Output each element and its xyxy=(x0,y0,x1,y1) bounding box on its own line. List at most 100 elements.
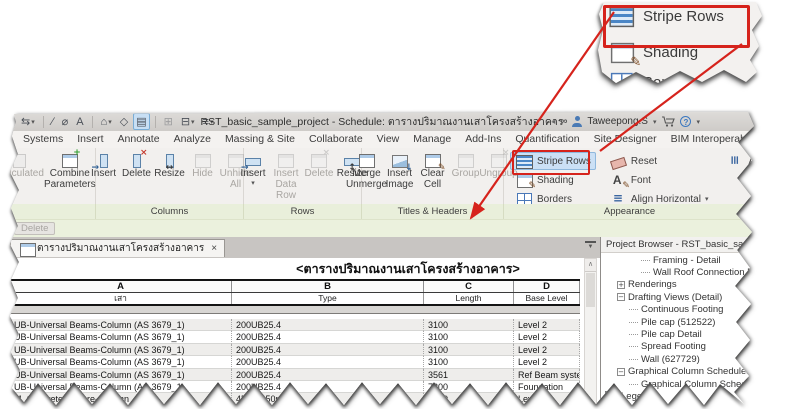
column-header[interactable]: Base Level xyxy=(514,293,580,304)
text-note-icon[interactable]: A xyxy=(73,113,86,130)
insert-image-button[interactable]: ↓ Insert Image xyxy=(384,149,416,192)
tree-item-pile-cap-detail[interactable]: Pile cap Detail xyxy=(601,328,754,340)
customize-qat-icon[interactable]: ≡ ▾ xyxy=(200,113,217,130)
ribbon-tab-massing-site[interactable]: Massing & Site xyxy=(218,131,302,148)
delete-button[interactable]: × Delete xyxy=(121,149,153,181)
help-icon[interactable]: ? xyxy=(680,116,692,127)
table-cell[interactable]: Ref Beam system xyxy=(514,368,580,381)
tree-item-spread-footing[interactable]: Spread Footing xyxy=(601,341,754,353)
column-letter[interactable]: D xyxy=(514,281,580,292)
default-3d-view-icon[interactable]: ⌂ ▾ xyxy=(98,113,115,130)
ribbon-tab-view[interactable]: View xyxy=(370,131,407,148)
table-cell[interactable]: UB-Universal Beams-Column (AS 3679_1) xyxy=(10,368,232,381)
dropdown-arrow-icon[interactable]: ▾ xyxy=(191,118,195,126)
table-cell[interactable]: 200UB25.4 xyxy=(232,356,424,369)
dropdown-arrow-icon[interactable]: ▾ xyxy=(108,118,112,126)
table-cell[interactable]: M_Concrete-Square-Column xyxy=(10,393,232,405)
table-cell[interactable]: 200UB25.4 xyxy=(232,343,424,357)
ribbon-tab-manage[interactable]: Manage xyxy=(406,131,458,148)
views-back-icon[interactable]: ◂ xyxy=(551,117,555,126)
tree-item-legends[interactable]: Legends xyxy=(601,390,754,402)
table-cell[interactable]: 200UB25.4 xyxy=(232,380,424,394)
merge-unmerge-button[interactable]: Merge Unmerge xyxy=(346,149,387,192)
table-cell[interactable]: 3100 xyxy=(424,356,514,369)
collapse-icon[interactable]: − xyxy=(617,367,625,376)
aligned-dimension-icon[interactable]: ⌀ xyxy=(59,113,72,130)
help-dropdown-icon[interactable]: ▾ xyxy=(696,118,700,126)
ribbon-tab-systems[interactable]: Systems xyxy=(16,131,70,148)
ribbon-tab-annotate[interactable]: Annotate xyxy=(111,131,167,148)
ribbon-tab-collaborate[interactable]: Collaborate xyxy=(302,131,370,148)
table-cell[interactable]: UB-Universal Beams-Column (AS 3679_1) xyxy=(10,356,232,369)
tree-item-drafting-views-detail-[interactable]: − Drafting Views (Detail) xyxy=(601,291,754,303)
tree-item-continuous-footing[interactable]: Continuous Footing xyxy=(601,304,754,316)
table-cell[interactable]: UB-Universal Beams-Column (AS 3679_1) xyxy=(10,343,232,357)
scroll-up-icon[interactable]: ∧ xyxy=(585,259,596,272)
ribbon-tab-quantification[interactable]: Quantification xyxy=(508,131,586,148)
insert-button[interactable]: → Insert xyxy=(88,149,120,181)
table-cell[interactable]: 200UB25.4 xyxy=(232,331,424,344)
table-cell[interactable]: Level 2 xyxy=(514,319,580,332)
callout-borders-button[interactable]: Borders xyxy=(608,72,696,83)
table-cell[interactable]: 200UB25.4 xyxy=(232,368,424,381)
column-header[interactable]: เสา xyxy=(10,293,232,304)
table-cell[interactable]: 3100 xyxy=(424,331,514,344)
tree-item-wall-627729-[interactable]: Wall (627729) xyxy=(601,353,754,365)
tree-item-renderings[interactable]: + Renderings xyxy=(601,279,754,291)
dropdown-arrow-icon[interactable]: ▾ xyxy=(251,180,255,188)
tree-item-graphical-column-schedule[interactable]: Graphical Column Schedule xyxy=(601,378,754,390)
schedule-view-tab[interactable]: ตารางปริมาณงานเสาโครงสร้างอาคาร × xyxy=(10,239,226,257)
ribbon-tab-site-designer[interactable]: Site Designer xyxy=(587,131,664,148)
callout-stripe-rows-button[interactable]: Stripe Rows xyxy=(608,6,724,27)
signed-in-user[interactable]: Taweepong.S xyxy=(587,116,648,127)
search-binoculars-icon[interactable]: ∞ xyxy=(560,116,567,127)
font-button[interactable]: ✎Font xyxy=(604,171,714,191)
delete-button[interactable]: × Delete xyxy=(303,149,335,181)
table-cell[interactable]: 7200 xyxy=(424,380,514,394)
tree-item-pile-cap-512522-[interactable]: Pile cap (512522) xyxy=(601,316,754,328)
table-cell[interactable]: 200UB25.4 xyxy=(232,319,424,332)
scrollbar-thumb[interactable] xyxy=(586,273,595,307)
table-cell[interactable]: Level 1 xyxy=(514,393,580,405)
column-letter[interactable]: B xyxy=(232,281,424,292)
table-cell[interactable]: UB-Universal Beams-Column (AS 3679_1) xyxy=(10,380,232,394)
hide-button[interactable]: Hide xyxy=(187,149,219,181)
table-cell[interactable]: 3561 xyxy=(424,368,514,381)
dropdown-arrow-icon[interactable]: ▾ xyxy=(31,118,35,126)
table-cell[interactable]: 450 x 450mm xyxy=(232,393,424,405)
reset-button[interactable]: Reset xyxy=(604,152,714,170)
table-cell[interactable]: UB-Universal Beams-Column (AS 3679_1) xyxy=(10,331,232,344)
table-cell[interactable]: Level 2 xyxy=(514,331,580,344)
insert-data-row-button[interactable]: Insert Data Row xyxy=(270,149,302,202)
group-button[interactable]: Group xyxy=(450,149,482,181)
tree-item-wall-roof-connection-deta[interactable]: Wall Roof Connection Deta xyxy=(601,266,754,278)
schedule-view-icon[interactable]: ▤ xyxy=(133,113,150,130)
user-dropdown-icon[interactable]: ▾ xyxy=(653,118,657,126)
table-cell[interactable]: 3100 xyxy=(424,343,514,357)
tab-list-icon[interactable]: ▼ xyxy=(585,241,596,251)
column-letter[interactable]: C xyxy=(424,281,514,292)
ribbon-tab-bim-interoperability-tools[interactable]: BIM Interoperability Tools xyxy=(664,131,754,148)
column-letter[interactable]: A xyxy=(10,281,232,292)
expand-icon[interactable]: + xyxy=(617,280,625,289)
column-header[interactable]: Length xyxy=(424,293,514,304)
stripe-rows-button[interactable]: Stripe Rows xyxy=(510,152,596,170)
table-cell[interactable]: Foundation xyxy=(514,380,580,394)
align-tools-icon[interactable]: ⇆ ▾ xyxy=(18,113,38,130)
switch-windows-icon[interactable]: ⊟ ▾ xyxy=(178,113,198,130)
table-cell[interactable]: Level 2 xyxy=(514,356,580,369)
options-delete-button[interactable]: Delete xyxy=(14,222,56,235)
ribbon-tab-insert[interactable]: Insert xyxy=(70,131,110,148)
callout-shading-button[interactable]: ✎ Shading xyxy=(608,42,698,69)
table-cell[interactable]: 3100 xyxy=(424,319,514,332)
ribbon-tab-analyze[interactable]: Analyze xyxy=(167,131,218,148)
insert-button[interactable]: → Insert ▾ xyxy=(237,149,269,188)
tag-icon[interactable]: ◇ xyxy=(117,113,131,130)
column-header[interactable]: Type xyxy=(232,293,424,304)
clear-cell-button[interactable]: ✎ Clear Cell xyxy=(417,149,449,192)
dropdown-arrow-icon[interactable]: ▾ xyxy=(705,195,709,203)
tree-item-graphical-column-schedules[interactable]: − Graphical Column Schedules xyxy=(601,366,754,378)
table-cell[interactable]: UB-Universal Beams-Column (AS 3679_1) xyxy=(10,319,232,332)
table-cell[interactable]: 3350 xyxy=(424,393,514,405)
measure-icon[interactable]: ∕ xyxy=(49,113,57,130)
